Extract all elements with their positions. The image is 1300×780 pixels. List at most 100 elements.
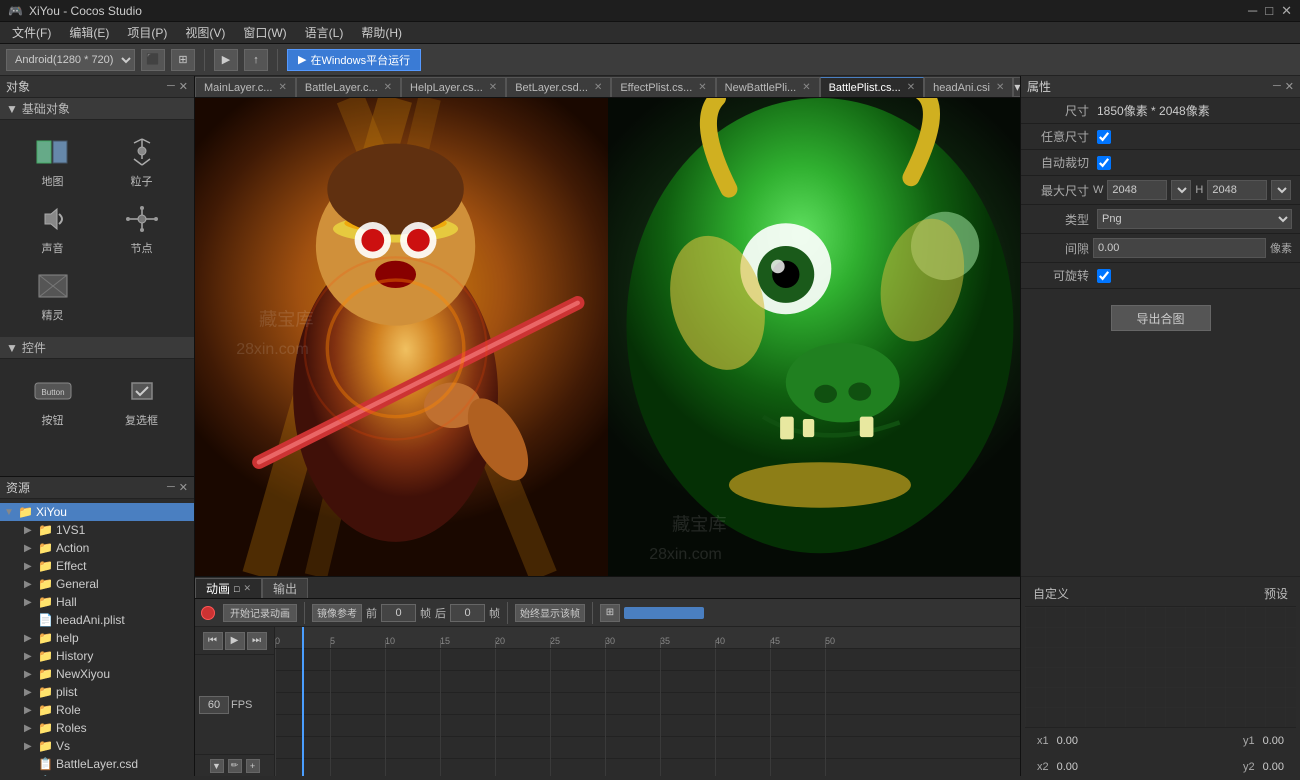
basic-objects-section[interactable]: ▼ 基础对象 bbox=[0, 98, 194, 120]
tab-battleplist-active[interactable]: BattlePlist.cs... ✕ bbox=[820, 77, 925, 97]
timeline-play-btn[interactable]: ▶ bbox=[225, 632, 245, 650]
auto-crop-checkbox[interactable] bbox=[1097, 156, 1111, 170]
coords-row-2: x2 0.00 y2 0.00 bbox=[1025, 754, 1296, 780]
tab-newbattlepli[interactable]: NewBattlePli... ✕ bbox=[716, 77, 820, 97]
menu-file[interactable]: 文件(F) bbox=[4, 22, 59, 43]
always-show-btn[interactable]: 始终显示该帧 bbox=[515, 604, 585, 622]
play-btn[interactable]: ▶ bbox=[214, 49, 238, 71]
objects-panel-close[interactable]: ✕ bbox=[179, 80, 188, 93]
anim-tab-animation[interactable]: 动画 □ ✕ bbox=[195, 578, 262, 598]
h-select[interactable]: ▾ bbox=[1271, 180, 1291, 200]
after-value-input[interactable] bbox=[450, 604, 485, 622]
rotate-checkbox[interactable] bbox=[1097, 269, 1111, 283]
publish-btn[interactable]: ↑ bbox=[244, 49, 268, 71]
maximize-button[interactable]: □ bbox=[1265, 3, 1273, 19]
tree-history[interactable]: ▶ 📁 History bbox=[0, 647, 194, 665]
tab-betlayer-close[interactable]: ✕ bbox=[594, 82, 602, 93]
tab-mainlayer-close[interactable]: ✕ bbox=[278, 82, 286, 93]
minimize-button[interactable]: ─ bbox=[1248, 3, 1257, 19]
tree-newxiyou[interactable]: ▶ 📁 NewXiyou bbox=[0, 665, 194, 683]
tree-headaniplist[interactable]: ▶ 📄 headAni.plist bbox=[0, 611, 194, 629]
pencil-btn[interactable]: ✏ bbox=[228, 759, 242, 773]
tree-xiyou[interactable]: ▼ 📁 XiYou bbox=[0, 503, 194, 521]
tree-plist[interactable]: ▶ 📁 plist bbox=[0, 683, 194, 701]
tab-effectplist[interactable]: EffectPlist.cs... ✕ bbox=[611, 77, 715, 97]
obj-particle[interactable]: 粒子 bbox=[97, 128, 186, 195]
obj-sound[interactable]: 声音 bbox=[8, 195, 97, 262]
add-btn[interactable]: + bbox=[246, 759, 260, 773]
menu-view[interactable]: 视图(V) bbox=[177, 22, 233, 43]
anim-tab-output[interactable]: 输出 bbox=[262, 578, 308, 598]
properties-minimize[interactable]: ─ bbox=[1273, 80, 1281, 93]
menu-help[interactable]: 帮助(H) bbox=[353, 22, 410, 43]
timeline-playhead[interactable] bbox=[302, 627, 304, 776]
menu-project[interactable]: 项目(P) bbox=[119, 22, 175, 43]
properties-close[interactable]: ✕ bbox=[1285, 80, 1294, 93]
menu-window[interactable]: 窗口(W) bbox=[235, 22, 294, 43]
obj-node[interactable]: 节点 bbox=[97, 195, 186, 262]
platform-select[interactable]: Android(1280 * 720) bbox=[6, 49, 135, 71]
tree-roles[interactable]: ▶ 📁 Roles bbox=[0, 719, 194, 737]
x2-value: 0.00 bbox=[1057, 761, 1078, 773]
expand-btn[interactable]: ▼ bbox=[210, 759, 224, 773]
tab-battlelayer-close[interactable]: ✕ bbox=[384, 82, 392, 93]
record-button[interactable] bbox=[201, 606, 215, 620]
open-record-btn[interactable]: 开始记录动画 bbox=[223, 604, 297, 622]
arbitrary-size-checkbox[interactable] bbox=[1097, 130, 1111, 144]
game-canvas: 藏宝库 28xin.com bbox=[195, 98, 1020, 576]
objects-panel-title: 对象 bbox=[6, 78, 30, 95]
layout-btn-1[interactable]: ⬛ bbox=[141, 49, 165, 71]
tree-role[interactable]: ▶ 📁 Role bbox=[0, 701, 194, 719]
tab-helplayer-close[interactable]: ✕ bbox=[489, 82, 497, 93]
before-value-input[interactable] bbox=[381, 604, 416, 622]
timeline-next-btn[interactable]: ⏭ bbox=[247, 632, 267, 650]
menu-language[interactable]: 语言(L) bbox=[297, 22, 352, 43]
tab-battleplist-close[interactable]: ✕ bbox=[907, 82, 915, 93]
timeline-icon-btn[interactable]: ⊞ bbox=[600, 604, 620, 622]
resources-panel: 资源 ─ ✕ ▼ 📁 XiYou ▶ 📁 1VS1 bbox=[0, 476, 194, 776]
progress-bar[interactable] bbox=[624, 607, 704, 619]
tab-mainlayer[interactable]: MainLayer.c... ✕ bbox=[195, 77, 296, 97]
w-input[interactable] bbox=[1107, 180, 1167, 200]
anim-tab-animation-close[interactable]: ✕ bbox=[243, 583, 251, 594]
tab-headani-close[interactable]: ✕ bbox=[996, 82, 1004, 93]
controls-section[interactable]: ▼ 控件 bbox=[0, 337, 194, 359]
tab-helplayer[interactable]: HelpLayer.cs... ✕ bbox=[401, 77, 506, 97]
tabs-overflow-btn[interactable]: ▾ bbox=[1013, 77, 1020, 97]
export-btn[interactable]: 导出合图 bbox=[1111, 305, 1211, 331]
w-select[interactable]: ▾ bbox=[1171, 180, 1191, 200]
tree-general[interactable]: ▶ 📁 General bbox=[0, 575, 194, 593]
ctrl-checkbox[interactable]: 复选框 bbox=[97, 367, 186, 434]
resources-minimize[interactable]: ─ bbox=[167, 481, 175, 494]
tree-effect[interactable]: ▶ 📁 Effect bbox=[0, 557, 194, 575]
close-button[interactable]: ✕ bbox=[1281, 3, 1292, 19]
tree-newxiyou-folder-icon: 📁 bbox=[38, 667, 54, 681]
menu-edit[interactable]: 编辑(E) bbox=[61, 22, 117, 43]
mirror-ref-btn[interactable]: 镜像参考 bbox=[312, 604, 362, 622]
type-select[interactable]: Png bbox=[1097, 209, 1292, 229]
layout-btn-2[interactable]: ⊞ bbox=[171, 49, 195, 71]
tree-hall[interactable]: ▶ 📁 Hall bbox=[0, 593, 194, 611]
run-button[interactable]: ▶ 在Windows平台运行 bbox=[287, 49, 421, 71]
tab-battlelayer[interactable]: BattleLayer.c... ✕ bbox=[296, 77, 401, 97]
tree-help[interactable]: ▶ 📁 help bbox=[0, 629, 194, 647]
objects-panel-minimize[interactable]: ─ bbox=[167, 80, 175, 93]
obj-sprite[interactable]: 精灵 bbox=[8, 262, 97, 329]
tree-action[interactable]: ▶ 📁 Action bbox=[0, 539, 194, 557]
ctrl-button[interactable]: Button 按钮 bbox=[8, 367, 97, 434]
tab-betlayer[interactable]: BetLayer.csd... ✕ bbox=[506, 77, 611, 97]
obj-map[interactable]: 地图 bbox=[8, 128, 97, 195]
tab-headani[interactable]: headAni.csi ✕ bbox=[924, 77, 1013, 97]
resources-close[interactable]: ✕ bbox=[179, 481, 188, 494]
h-input[interactable] bbox=[1207, 180, 1267, 200]
tree-plist-label: plist bbox=[56, 685, 77, 699]
canvas-area[interactable]: 藏宝库 28xin.com bbox=[195, 98, 1020, 576]
timeline-prev-btn[interactable]: ⏮ bbox=[203, 632, 223, 650]
gap-input[interactable] bbox=[1093, 238, 1266, 258]
tab-newbattlepli-close[interactable]: ✕ bbox=[802, 82, 810, 93]
tree-vs[interactable]: ▶ 📁 Vs bbox=[0, 737, 194, 755]
tree-battlelayer-file[interactable]: ▶ 📋 BattleLayer.csd bbox=[0, 755, 194, 773]
tab-effectplist-close[interactable]: ✕ bbox=[698, 82, 706, 93]
tree-1vs1[interactable]: ▶ 📁 1VS1 bbox=[0, 521, 194, 539]
fps-input[interactable] bbox=[199, 696, 229, 714]
